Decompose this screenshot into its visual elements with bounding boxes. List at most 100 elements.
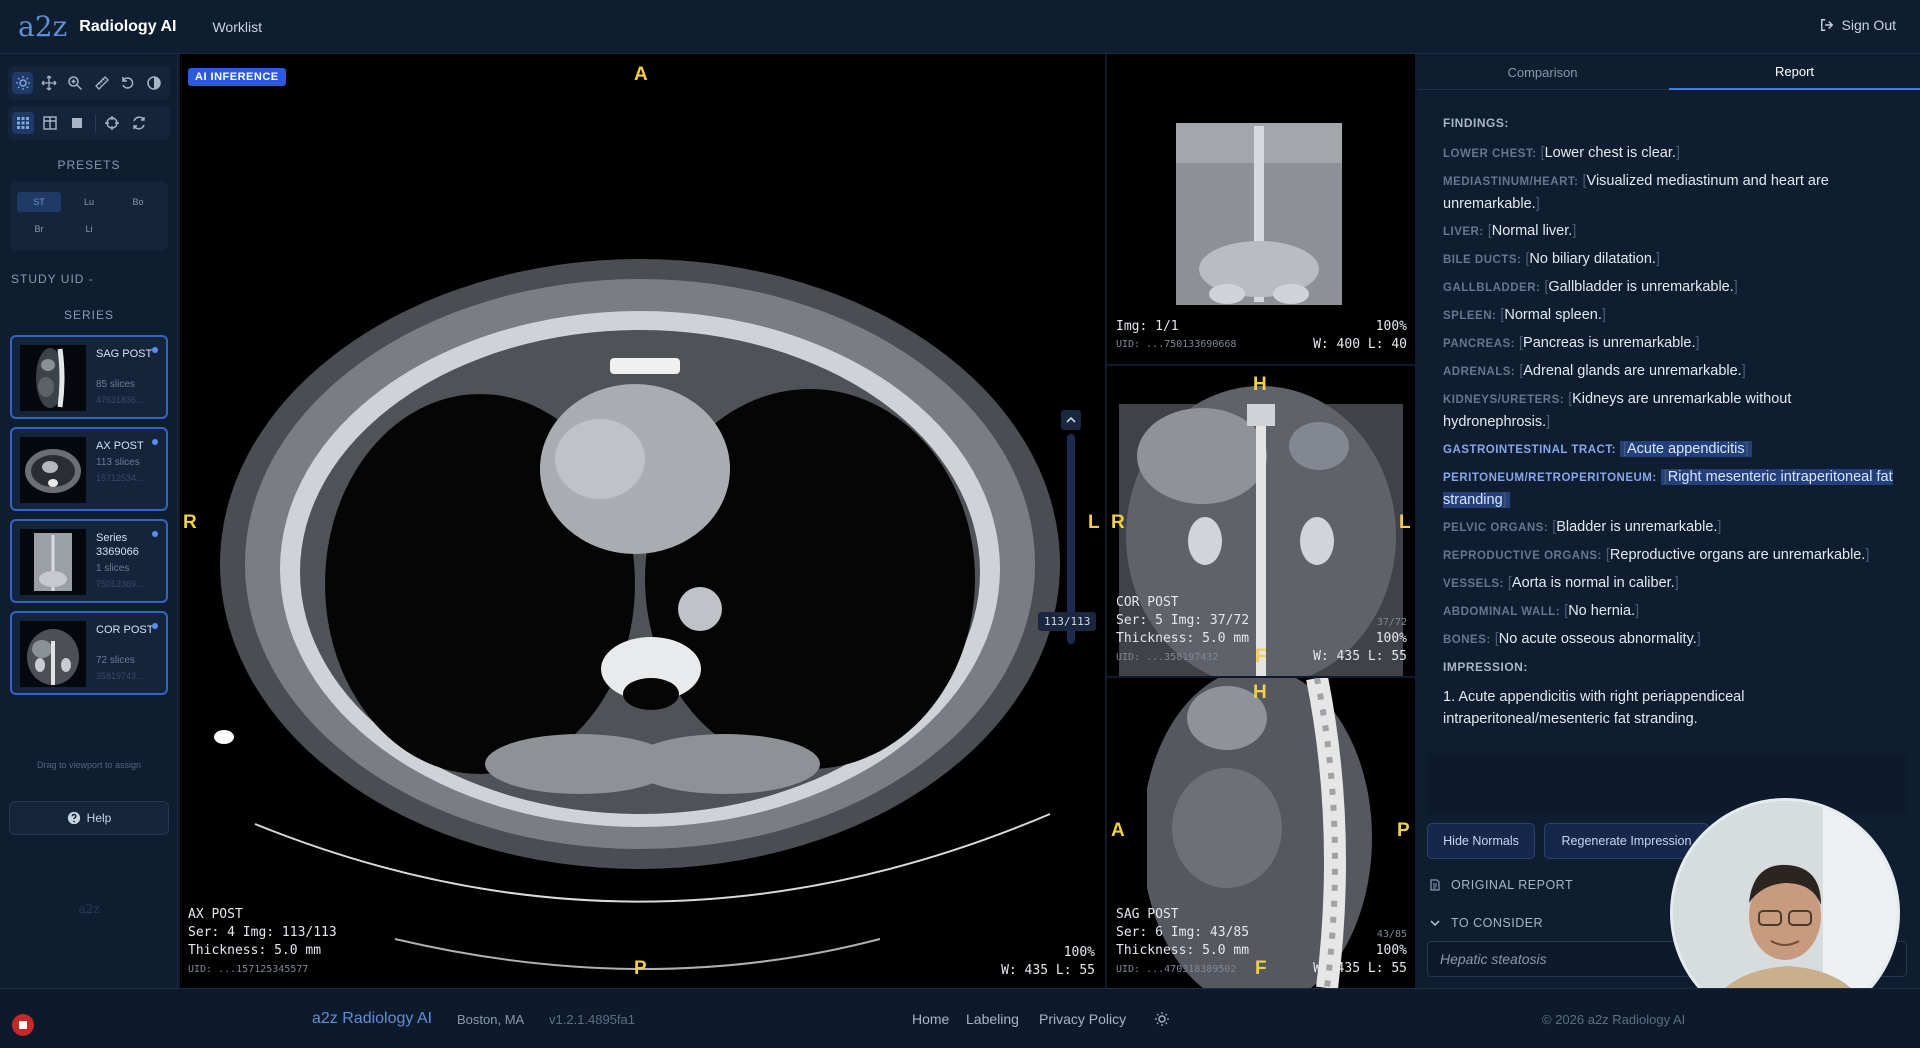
series-id: 75013369... xyxy=(96,579,144,589)
window-level-tool[interactable] xyxy=(12,72,34,94)
zoom-tool[interactable] xyxy=(65,72,86,94)
regenerate-impression-button[interactable]: Regenerate Impression xyxy=(1544,823,1709,859)
pan-tool[interactable] xyxy=(38,72,59,94)
finding-row[interactable]: VESSELS: Aorta is normal in caliber. xyxy=(1443,572,1893,595)
viewport-axial[interactable]: AI INFERENCE A R L P 113/113 AX POST Ser:… xyxy=(180,54,1105,988)
finding-row[interactable]: SPLEEN:Normal spleen. xyxy=(1443,304,1893,327)
preset-bo[interactable]: Bo xyxy=(116,192,160,212)
nav-worklist-link[interactable]: Worklist xyxy=(212,19,262,35)
finding-row[interactable]: ADRENALS:Adrenal glands are unremarkable… xyxy=(1443,360,1893,383)
to-consider-toggle[interactable]: TO CONSIDER xyxy=(1429,908,1543,938)
finding-row[interactable]: BONES: No acute osseous abnormality. xyxy=(1443,628,1893,651)
wl-overlay: W: 435 L: 55 xyxy=(1001,963,1095,978)
sync-button[interactable] xyxy=(128,112,150,134)
finding-row[interactable]: ABDOMINAL WALL:No hernia. xyxy=(1443,600,1893,623)
original-report-toggle[interactable]: ORIGINAL REPORT xyxy=(1429,870,1573,900)
viewport-sagittal[interactable]: H A P F SAG POST Ser: 6 Img: 43/85 Thickne… xyxy=(1107,678,1415,988)
undo-icon xyxy=(122,77,134,89)
document-icon xyxy=(1430,879,1440,891)
orient-left: R xyxy=(1111,512,1125,533)
layout-split-button[interactable] xyxy=(39,112,61,134)
finding-label: BILE DUCTS: xyxy=(1443,254,1522,266)
app-logo[interactable]: a2z xyxy=(18,10,67,43)
finding-row[interactable]: LOWER CHEST: Lower chest is clear. xyxy=(1443,142,1893,165)
finding-row[interactable]: MEDIASTINUM/HEART:Visualized mediastinum… xyxy=(1443,170,1893,215)
series-card-ax[interactable]: AX POST 113 slices 15712534... xyxy=(10,427,168,511)
reset-tool[interactable] xyxy=(117,72,138,94)
axial-ct-image xyxy=(214,259,1060,970)
orient-bottom: F xyxy=(1255,958,1267,979)
impression-heading: IMPRESSION: xyxy=(1443,660,1528,674)
overlay-uid: UID: ...358197432 xyxy=(1116,652,1219,663)
report-body[interactable]: FINDINGS: LOWER CHEST: Lower chest is cle… xyxy=(1443,112,1893,730)
viewport-coronal[interactable]: H R L F COR POST Ser: 5 Img: 37/72 Thickne… xyxy=(1107,366,1415,676)
overlay-ser-img: Ser: 5 Img: 37/72 xyxy=(1116,613,1250,628)
preset-br[interactable]: Br xyxy=(17,219,61,239)
invert-tool[interactable] xyxy=(144,72,165,94)
finding-text: Reproductive organs are unremarkable. xyxy=(1606,547,1870,563)
footer-link-labeling[interactable]: Labeling xyxy=(966,1011,1019,1027)
hide-normals-button[interactable]: Hide Normals xyxy=(1427,823,1535,859)
orient-right: P xyxy=(1397,820,1410,841)
series-slices: 1 slices xyxy=(96,563,130,574)
finding-row[interactable]: GALLBLADDER:Gallbladder is unremarkable. xyxy=(1443,276,1893,299)
footer-link-privacy[interactable]: Privacy Policy xyxy=(1039,1011,1126,1027)
chevron-down-icon xyxy=(1430,920,1440,927)
scroll-up-button[interactable] xyxy=(1061,410,1081,430)
series-id: 47631836... xyxy=(96,395,144,405)
finding-row[interactable]: PERITONEUM/RETROPERITONEUM:Right mesente… xyxy=(1443,466,1893,511)
overlay-series: COR POST xyxy=(1116,595,1179,610)
overlay-thickness: Thickness: 5.0 mm xyxy=(1116,631,1250,646)
layout-toolbar xyxy=(8,106,170,140)
move-icon xyxy=(41,75,57,91)
orient-top: H xyxy=(1253,374,1267,395)
finding-row[interactable]: KIDNEYS/URETERS:Kidneys are unremarkable… xyxy=(1443,388,1893,433)
finding-label: LIVER: xyxy=(1443,226,1484,238)
presets-label: PRESETS xyxy=(57,158,121,172)
series-card-scout[interactable]: Series 3369066 1 slices 75013369... xyxy=(10,519,168,603)
finding-row[interactable]: REPRODUCTIVE ORGANS: Reproductive organs … xyxy=(1443,544,1893,567)
finding-row[interactable]: PANCREAS:Pancreas is unremarkable. xyxy=(1443,332,1893,355)
sun-icon xyxy=(15,76,30,90)
panel-tabs: Comparison Report xyxy=(1417,54,1920,90)
preset-lu[interactable]: Lu xyxy=(67,192,111,212)
footer-link-home[interactable]: Home xyxy=(912,1011,949,1027)
series-status-dot xyxy=(152,439,158,445)
tab-comparison[interactable]: Comparison xyxy=(1417,54,1668,90)
finding-label: MEDIASTINUM/HEART: xyxy=(1443,176,1579,188)
crosshair-button[interactable] xyxy=(101,112,123,134)
finding-row[interactable]: BILE DUCTS:No biliary dilatation. xyxy=(1443,248,1893,271)
record-stop-button[interactable] xyxy=(12,1014,34,1036)
footer-copyright: © 2026 a2z Radiology AI xyxy=(1542,1012,1686,1027)
finding-row[interactable]: PELVIC ORGANS:Bladder is unremarkable. xyxy=(1443,516,1893,539)
preset-st[interactable]: ST xyxy=(17,192,61,212)
measure-tool[interactable] xyxy=(91,72,112,94)
study-uid-label: STUDY UID - xyxy=(11,272,94,286)
findings-list: LOWER CHEST: Lower chest is clear. MEDIAST… xyxy=(1443,142,1893,651)
layout-grid-button[interactable] xyxy=(12,112,34,134)
sign-out-button[interactable]: Sign Out xyxy=(1820,17,1896,33)
orient-right: L xyxy=(1088,512,1100,533)
finding-text: Bladder is unremarkable. xyxy=(1552,519,1721,535)
overlay-uid: UID: ...470318389502 xyxy=(1116,964,1237,975)
series-name: AX POST xyxy=(96,440,144,452)
scout-wl-overlay: W: 400 L: 40 xyxy=(1313,337,1407,352)
tab-report[interactable]: Report xyxy=(1669,54,1920,90)
toolbar-divider xyxy=(95,114,96,132)
chevron-up-icon xyxy=(1066,416,1076,423)
zoom-icon xyxy=(68,76,83,91)
viewport-scout[interactable]: Img: 1/1 UID: ...750133690668 100% W: 40… xyxy=(1107,54,1415,364)
help-button[interactable]: Help xyxy=(9,801,169,835)
finding-label: VESSELS: xyxy=(1443,578,1504,590)
series-name: SAG POST xyxy=(96,348,153,360)
series-card-sag[interactable]: SAG POST 85 slices 47631836... xyxy=(10,335,168,419)
layout-single-button[interactable] xyxy=(66,112,88,134)
finding-row[interactable]: GASTROINTESTINAL TRACT:Acute appendiciti… xyxy=(1443,438,1893,461)
series-card-cor[interactable]: COR POST 72 slices 35819743... xyxy=(10,611,168,695)
theme-toggle-icon[interactable] xyxy=(1154,1011,1170,1027)
finding-row[interactable]: LIVER: Normal liver. xyxy=(1443,220,1893,243)
overlay-ser-img: Ser: 4 Img: 113/113 xyxy=(188,925,337,940)
preset-li[interactable]: Li xyxy=(67,219,111,239)
coronal-zoom-overlay: 100% xyxy=(1375,631,1407,646)
top-header: a2z Radiology AI Worklist Sign Out xyxy=(0,0,1920,54)
